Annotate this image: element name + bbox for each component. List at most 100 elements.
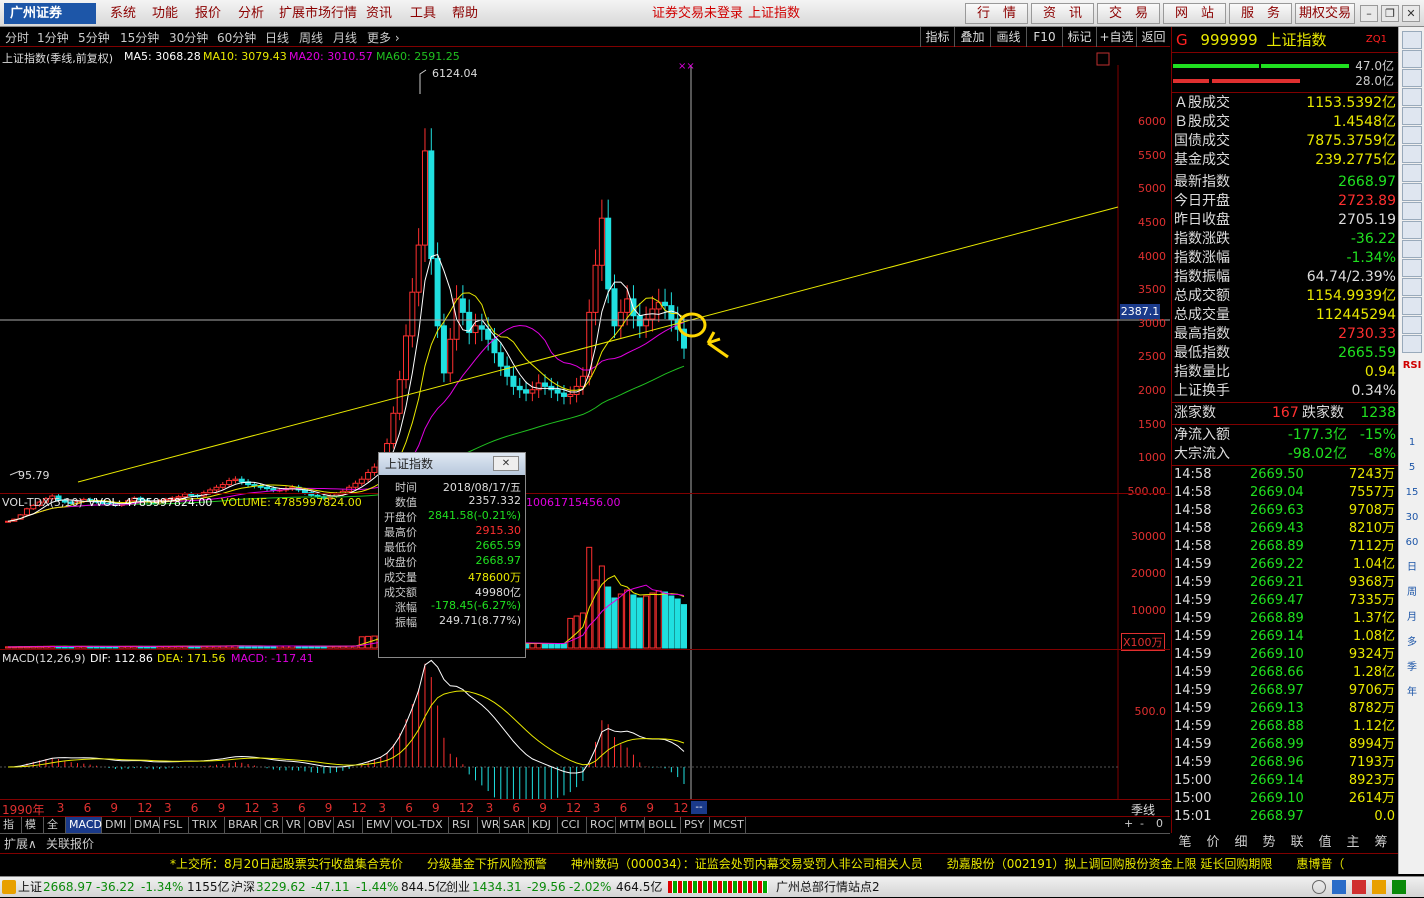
candle-body[interactable] <box>510 375 517 387</box>
indicator-tab-cr[interactable]: CR <box>261 817 283 833</box>
period-week[interactable]: 周线 <box>299 29 323 46</box>
menu-info[interactable]: 资讯 <box>366 0 392 27</box>
candle-body[interactable] <box>662 301 669 307</box>
volume-chart[interactable] <box>0 493 1170 649</box>
popup-close-icon[interactable]: ✕ <box>493 456 519 471</box>
menu-quote[interactable]: 报价 <box>195 0 221 27</box>
sidebar-period-3[interactable]: 15 <box>1402 484 1422 502</box>
indicator-tab-vol-tdx[interactable]: VOL-TDX <box>392 817 449 833</box>
candle-body[interactable] <box>264 486 271 490</box>
period-5min[interactable]: 5分钟 <box>78 29 110 46</box>
indicator-tab-dmi[interactable]: DMI <box>102 817 131 833</box>
candle-body[interactable] <box>440 325 447 374</box>
period-30min[interactable]: 30分钟 <box>169 29 208 46</box>
popup-title-bar[interactable]: 上证指数 ✕ <box>379 453 525 475</box>
candle-body[interactable] <box>636 315 643 327</box>
page-up-icon[interactable] <box>1402 69 1422 87</box>
f-icon[interactable] <box>1402 202 1422 220</box>
pin-icon[interactable] <box>1402 278 1422 296</box>
candle-body[interactable] <box>352 482 359 488</box>
indicator-tab-cci[interactable]: CCI <box>558 817 587 833</box>
candle-body[interactable] <box>542 382 549 387</box>
candle-body[interactable] <box>219 484 226 488</box>
indicator-tab-boll[interactable]: BOLL <box>645 817 681 833</box>
candle-body[interactable] <box>238 478 245 483</box>
candle-body[interactable] <box>560 392 567 397</box>
menu-extended-market[interactable]: 扩展市场行情 <box>279 0 357 27</box>
candle-body[interactable] <box>598 217 605 266</box>
detail-tab[interactable]: 势 <box>1255 833 1283 853</box>
indicator-tab-psy[interactable]: PSY <box>681 817 710 833</box>
tool-back[interactable]: 返回 <box>1136 27 1170 47</box>
candle-body[interactable] <box>478 325 485 330</box>
sidebar-period-6[interactable]: 日 <box>1402 559 1422 577</box>
tool-indicator[interactable]: 指标 <box>920 27 954 47</box>
sidebar-period-10[interactable]: 季 <box>1402 659 1422 677</box>
indicator-tab-模板[interactable]: 模板 <box>22 817 44 847</box>
related-quote-tab[interactable]: 关联报价 <box>46 835 94 852</box>
candle-body[interactable] <box>523 389 530 394</box>
cy-index-name[interactable]: 创业 <box>446 877 470 898</box>
sidebar-period-7[interactable]: 周 <box>1402 584 1422 602</box>
indicator-tab-指标[interactable]: 指标 <box>0 817 22 847</box>
period-tick[interactable]: 分时 <box>5 29 29 46</box>
candle-body[interactable] <box>529 389 536 394</box>
bars-icon[interactable] <box>1402 145 1422 163</box>
tool-mark[interactable]: 标记 <box>1062 27 1096 47</box>
indicator-tab-trix[interactable]: TRIX <box>189 817 225 833</box>
candle-body[interactable] <box>466 311 473 334</box>
indicator-tab-roc[interactable]: ROC <box>587 817 616 833</box>
indicator-tab-fsl[interactable]: FSL <box>160 817 189 833</box>
candle-body[interactable] <box>447 338 454 374</box>
candle-body[interactable] <box>617 311 624 327</box>
indicator-tab-全部[interactable]: 全部 <box>44 817 66 847</box>
candle-body[interactable] <box>497 352 504 367</box>
candle-body[interactable] <box>409 291 416 337</box>
zoom-out-button[interactable]: - <box>1140 816 1144 832</box>
indicator-tab-sar[interactable]: SAR <box>500 817 529 833</box>
data-window-popup[interactable]: 上证指数 ✕ 时间 2018/08/17/五 数值 2357.332 开盘价 2841.5… <box>378 452 526 658</box>
indicator-tab-rsi[interactable]: RSI <box>449 817 478 833</box>
news-text[interactable]: *上交所：8月20日起股票实行收盘集合竞价 分级基金下折风险预警 神州数码（00… <box>0 857 1344 871</box>
menu-help[interactable]: 帮助 <box>452 0 478 27</box>
list-icon[interactable] <box>1402 221 1422 239</box>
indicator-tab-dma[interactable]: DMA <box>131 817 160 833</box>
expand-toggle[interactable]: 扩展∧ <box>4 835 37 852</box>
indicator-tab-vr[interactable]: VR <box>283 817 305 833</box>
candle-body[interactable] <box>415 244 422 293</box>
indicator-tab-macd[interactable]: MACD <box>66 817 102 833</box>
sidebar-period-4[interactable]: 30 <box>1402 509 1422 527</box>
sidebar-period-5[interactable]: 60 <box>1402 534 1422 552</box>
grid-icon[interactable] <box>1402 164 1422 182</box>
flag-icon[interactable] <box>1402 335 1422 353</box>
zoom-reset-button[interactable]: 0 <box>1156 816 1163 832</box>
news-ticker[interactable]: *上交所：8月20日起股票实行收盘集合竞价 分级基金下折风险预警 神州数码（00… <box>0 853 1398 874</box>
tool-add-favorite[interactable]: +自选 <box>1096 27 1136 47</box>
restore-icon[interactable]: ❐ <box>1381 5 1399 22</box>
candle-body[interactable] <box>554 389 561 394</box>
indicator-tab-mcst[interactable]: MCST <box>710 817 746 833</box>
candle-body[interactable] <box>371 466 378 473</box>
trend-line[interactable] <box>77 206 1119 483</box>
tool-overlay[interactable]: 叠加 <box>954 27 990 47</box>
service-button[interactable]: 服 务 <box>1229 3 1292 24</box>
menu-tools[interactable]: 工具 <box>410 0 436 27</box>
candle-body[interactable] <box>516 385 523 391</box>
macd-chart[interactable] <box>0 649 1170 799</box>
period-day[interactable]: 日线 <box>265 29 289 46</box>
sh-index-name[interactable]: 上证 <box>18 877 42 898</box>
chart-icon[interactable] <box>1402 107 1422 125</box>
indicator-tab-asi[interactable]: ASI <box>334 817 363 833</box>
candle-body[interactable] <box>358 478 365 484</box>
indicator-tab-mtm[interactable]: MTM <box>616 817 645 833</box>
sidebar-period-2[interactable]: 5 <box>1402 459 1422 477</box>
sidebar-period-0[interactable]: RSI <box>1402 357 1422 375</box>
trade-button[interactable]: 交 易 <box>1097 3 1160 24</box>
period-15min[interactable]: 15分钟 <box>120 29 159 46</box>
menu-analysis[interactable]: 分析 <box>238 0 264 27</box>
candle-body[interactable] <box>365 471 372 480</box>
close-icon[interactable]: ✕ <box>1402 5 1420 22</box>
server-station-label[interactable]: 广州总部行情站点2 <box>776 877 880 898</box>
sidebar-period-11[interactable]: 年 <box>1402 684 1422 702</box>
options-trade-button[interactable]: 期权交易 <box>1295 3 1355 24</box>
